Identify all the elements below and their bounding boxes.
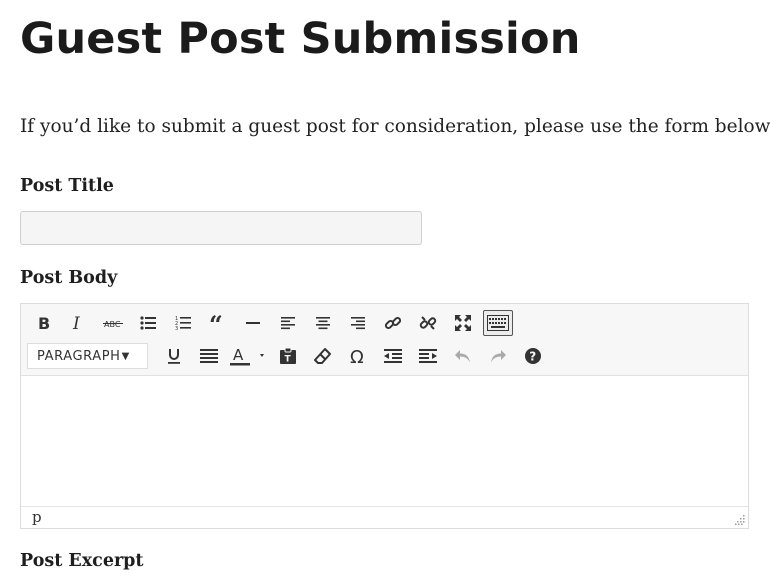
unlink-icon [419, 316, 436, 330]
bullet-list-icon [139, 316, 156, 330]
editor-content-area[interactable] [21, 376, 748, 507]
post-excerpt-label: Post Excerpt [20, 551, 144, 571]
align-left-button[interactable] [270, 308, 305, 338]
paste-text-icon: T [279, 347, 296, 365]
redo-icon [490, 350, 506, 363]
numbered-list-icon: 123 [175, 316, 191, 331]
justify-icon [199, 349, 218, 363]
outdent-icon [383, 349, 402, 363]
indent-button[interactable] [410, 341, 445, 371]
indent-icon [418, 349, 437, 363]
toolbar-toggle-icon [487, 315, 509, 331]
paste-text-button[interactable]: T [270, 341, 305, 371]
toolbar-row-1: B I ABC 123 “ [25, 307, 513, 339]
help-button[interactable]: ? [515, 341, 550, 371]
svg-text:?: ? [529, 350, 536, 364]
fullscreen-icon [454, 315, 471, 331]
bold-button[interactable]: B [25, 308, 60, 338]
undo-icon [454, 350, 470, 363]
svg-text:ABC: ABC [104, 320, 121, 329]
align-right-icon [350, 317, 365, 330]
align-right-button[interactable] [340, 308, 375, 338]
link-button[interactable] [375, 308, 410, 338]
svg-text:“: “ [209, 315, 223, 331]
text-color-button[interactable]: A [226, 341, 270, 371]
svg-text:B: B [38, 315, 50, 331]
underline-icon [167, 349, 180, 364]
blockquote-icon: “ [209, 315, 223, 331]
strikethrough-button[interactable]: ABC [95, 308, 130, 338]
strikethrough-icon: ABC [102, 320, 123, 329]
toolbar-toggle-button[interactable] [483, 310, 513, 336]
link-icon [384, 316, 401, 330]
special-character-icon: Ω [350, 347, 364, 365]
format-select-value: PARAGRAPH [37, 348, 121, 364]
align-left-icon [280, 317, 295, 330]
align-center-button[interactable] [305, 308, 340, 338]
redo-button[interactable] [480, 341, 515, 371]
numbered-list-button[interactable]: 123 [165, 308, 200, 338]
help-icon: ? [524, 348, 541, 364]
svg-text:T: T [284, 355, 291, 365]
justify-button[interactable] [191, 341, 226, 371]
svg-text:3: 3 [175, 326, 178, 331]
svg-text:Ω: Ω [350, 347, 364, 365]
editor-statusbar: p [21, 506, 748, 528]
horizontal-line-icon [245, 322, 260, 324]
clear-formatting-button[interactable] [305, 341, 340, 371]
element-path[interactable]: p [32, 508, 42, 526]
svg-text:A: A [233, 346, 244, 364]
outdent-button[interactable] [375, 341, 410, 371]
post-title-label: Post Title [20, 176, 114, 196]
fullscreen-button[interactable] [445, 308, 480, 338]
format-select[interactable]: PARAGRAPH ▼ [27, 343, 148, 369]
text-color-icon: A [230, 346, 264, 366]
resize-handle-icon[interactable] [735, 515, 745, 525]
page-title: Guest Post Submission [20, 14, 581, 64]
underline-button[interactable] [156, 341, 191, 371]
italic-icon: I [72, 315, 80, 331]
clear-formatting-icon [313, 348, 331, 364]
svg-text:I: I [72, 315, 80, 331]
chevron-down-icon: ▼ [121, 350, 130, 362]
post-title-input[interactable] [20, 211, 422, 245]
special-character-button[interactable]: Ω [340, 341, 375, 371]
bullet-list-button[interactable] [130, 308, 165, 338]
bold-icon: B [38, 315, 50, 331]
horizontal-line-button[interactable] [235, 308, 270, 338]
post-body-editor: B I ABC 123 “ PARAGRAPH ▼ A T Ω ? p [20, 303, 749, 529]
editor-toolbar: B I ABC 123 “ PARAGRAPH ▼ A T Ω ? [21, 304, 748, 376]
intro-text: If you’d like to submit a guest post for… [20, 116, 770, 137]
align-center-icon [315, 317, 330, 330]
undo-button[interactable] [445, 341, 480, 371]
blockquote-button[interactable]: “ [200, 308, 235, 338]
post-body-label: Post Body [20, 268, 118, 288]
unlink-button[interactable] [410, 308, 445, 338]
toolbar-row-2: PARAGRAPH ▼ A T Ω ? [25, 340, 550, 372]
italic-button[interactable]: I [60, 308, 95, 338]
